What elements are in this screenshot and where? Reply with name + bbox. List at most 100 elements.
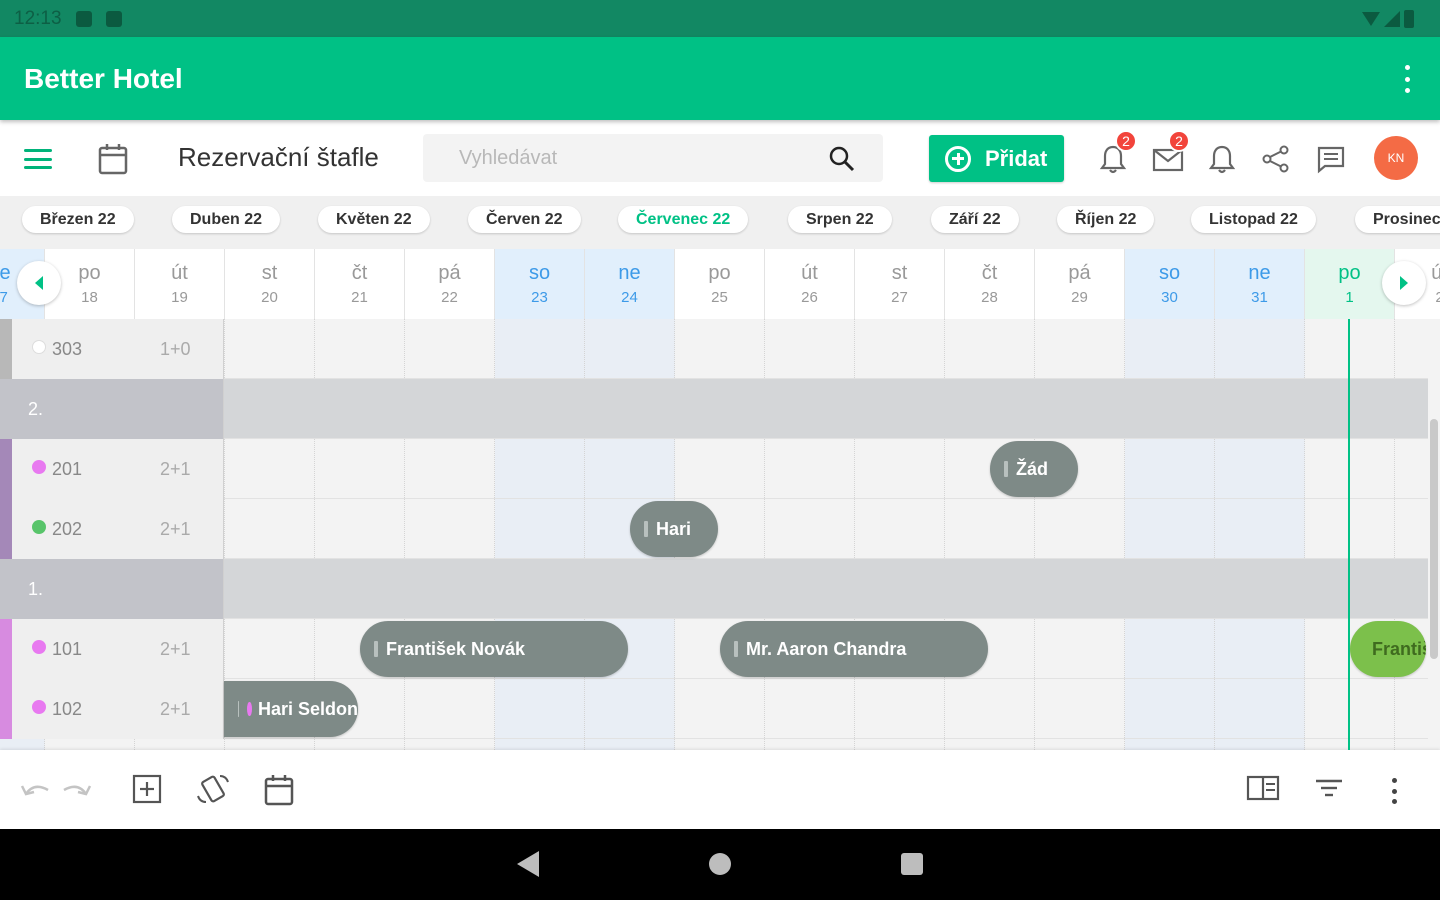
home-icon[interactable] bbox=[709, 853, 731, 875]
day-header-cell[interactable]: út 19 bbox=[135, 249, 225, 319]
drag-handle-icon[interactable] bbox=[734, 641, 738, 657]
booking-bar[interactable]: Hari Seldon bbox=[224, 681, 358, 737]
room-label-cell[interactable]: 201 2+1 bbox=[0, 439, 224, 499]
overflow-menu-icon[interactable] bbox=[1404, 65, 1410, 93]
room-label-cell[interactable]: 101 2+1 bbox=[0, 619, 224, 679]
room-type-stripe bbox=[0, 439, 12, 499]
day-header-cell[interactable]: pá 22 bbox=[405, 249, 495, 319]
room-label-cell[interactable]: 102 2+1 bbox=[0, 679, 224, 739]
filter-icon[interactable] bbox=[1314, 774, 1344, 807]
floor-label-cell[interactable]: 2. bbox=[0, 379, 224, 439]
comments-icon[interactable] bbox=[1316, 144, 1346, 174]
room-label-cell[interactable]: 303 1+0 bbox=[0, 319, 224, 379]
day-name: so bbox=[528, 262, 551, 284]
day-header-cell[interactable]: čt 28 bbox=[945, 249, 1035, 319]
calendar-view-icon[interactable] bbox=[264, 774, 294, 811]
recents-icon[interactable] bbox=[901, 853, 923, 875]
app-title: Better Hotel bbox=[24, 62, 183, 94]
month-pill[interactable]: Září 22 bbox=[931, 206, 1019, 233]
back-icon[interactable] bbox=[517, 851, 539, 877]
booking-guest-name: Františ bbox=[1372, 638, 1426, 659]
status-bar: 12:13 bbox=[0, 0, 1440, 37]
month-pill[interactable]: Duben 22 bbox=[172, 206, 281, 233]
day-number: 27 bbox=[891, 289, 908, 306]
floor-group-row: 1. bbox=[0, 559, 1428, 619]
prev-period-button[interactable] bbox=[17, 261, 61, 305]
day-header-cell[interactable]: po 25 bbox=[675, 249, 765, 319]
day-header-cell[interactable]: út 26 bbox=[765, 249, 855, 319]
month-pill[interactable]: Říjen 22 bbox=[1057, 206, 1155, 233]
month-pill[interactable]: Červenec 22 bbox=[618, 206, 749, 233]
room-status-dot bbox=[32, 340, 46, 354]
search-icon[interactable] bbox=[829, 146, 855, 177]
next-period-button[interactable] bbox=[1382, 261, 1426, 305]
room-label-cell[interactable]: 202 2+1 bbox=[0, 499, 224, 559]
day-header-cell[interactable]: so 30 bbox=[1125, 249, 1215, 319]
drag-handle-icon[interactable] bbox=[644, 521, 648, 537]
day-name: so bbox=[1158, 262, 1181, 284]
month-pill[interactable]: Srpen 22 bbox=[788, 206, 892, 233]
room-status-dot bbox=[32, 460, 46, 474]
room-number: 102 bbox=[52, 699, 83, 719]
add-box-icon[interactable] bbox=[132, 774, 162, 809]
avatar[interactable]: KN bbox=[1374, 136, 1418, 180]
room-type-stripe bbox=[0, 679, 12, 739]
day-header-cell[interactable]: čt 21 bbox=[315, 249, 405, 319]
room-row: 101 2+1 bbox=[0, 619, 1428, 679]
day-number: 31 bbox=[1251, 289, 1268, 306]
day-name: pá bbox=[1068, 262, 1091, 284]
month-pill[interactable]: Prosinec bbox=[1355, 206, 1440, 233]
messages-badge: 2 bbox=[1168, 130, 1190, 152]
more-options-icon[interactable] bbox=[1391, 778, 1397, 804]
drag-handle-icon[interactable] bbox=[238, 701, 240, 717]
room-number: 202 bbox=[52, 519, 83, 539]
day-header-cell[interactable]: st 27 bbox=[855, 249, 945, 319]
split-view-icon[interactable] bbox=[1246, 774, 1280, 807]
share-icon[interactable] bbox=[1261, 144, 1291, 174]
day-header-cell[interactable]: ne 24 bbox=[585, 249, 675, 319]
day-number: 23 bbox=[531, 289, 548, 306]
room-row: 102 2+1 bbox=[0, 679, 1428, 739]
drag-handle-icon[interactable] bbox=[374, 641, 378, 657]
room-status-dot bbox=[32, 640, 46, 654]
booking-bar[interactable]: František Novák bbox=[360, 621, 628, 677]
booking-bar[interactable]: Hari bbox=[630, 501, 718, 557]
redo-icon[interactable] bbox=[60, 780, 92, 805]
booking-bar[interactable]: Mr. Aaron Chandra bbox=[720, 621, 988, 677]
mail-icon[interactable]: 2 bbox=[1152, 130, 1190, 174]
undo-icon[interactable] bbox=[20, 780, 52, 805]
battery-icon bbox=[1404, 10, 1414, 28]
notifications-icon[interactable]: 2 bbox=[1099, 130, 1137, 174]
day-number: 22 bbox=[441, 289, 458, 306]
day-header-cell[interactable]: pá 29 bbox=[1035, 249, 1125, 319]
vertical-scrollbar[interactable] bbox=[1430, 419, 1438, 659]
day-name: st bbox=[261, 262, 278, 284]
notifications-badge: 2 bbox=[1115, 130, 1137, 152]
month-pill[interactable]: Listopad 22 bbox=[1191, 206, 1316, 233]
day-header-cell[interactable]: st 20 bbox=[225, 249, 315, 319]
floor-label-cell[interactable]: 1. bbox=[0, 559, 224, 619]
month-pill[interactable]: Březen 22 bbox=[22, 206, 134, 233]
booking-bar[interactable]: Františ bbox=[1350, 621, 1426, 677]
calendar-icon[interactable] bbox=[98, 143, 128, 180]
day-name: po bbox=[1338, 262, 1361, 284]
day-number: 29 bbox=[1071, 289, 1088, 306]
month-selector: Březen 22 Duben 22 Květen 22 Červen 22 Červe… bbox=[0, 196, 1440, 249]
room-row: 201 2+1 bbox=[0, 439, 1428, 499]
add-button[interactable]: Přidat bbox=[929, 135, 1064, 182]
booking-status-dot bbox=[247, 702, 252, 716]
hamburger-menu-icon[interactable] bbox=[24, 149, 52, 169]
rotate-icon[interactable] bbox=[196, 774, 230, 809]
day-header-cell[interactable]: so 23 bbox=[495, 249, 585, 319]
month-pill[interactable]: Květen 22 bbox=[318, 206, 430, 233]
booking-bar[interactable]: Žád bbox=[990, 441, 1078, 497]
bottom-toolbar bbox=[0, 750, 1440, 829]
drag-handle-icon[interactable] bbox=[1004, 461, 1008, 477]
search-input[interactable] bbox=[423, 134, 803, 182]
system-nav-bar bbox=[0, 829, 1440, 900]
month-pill[interactable]: Červen 22 bbox=[468, 206, 581, 233]
day-header-cell[interactable]: ne 31 bbox=[1215, 249, 1305, 319]
day-number: 1 bbox=[1345, 289, 1354, 306]
day-name: út bbox=[801, 262, 818, 284]
alert-bell-icon[interactable] bbox=[1208, 144, 1238, 174]
